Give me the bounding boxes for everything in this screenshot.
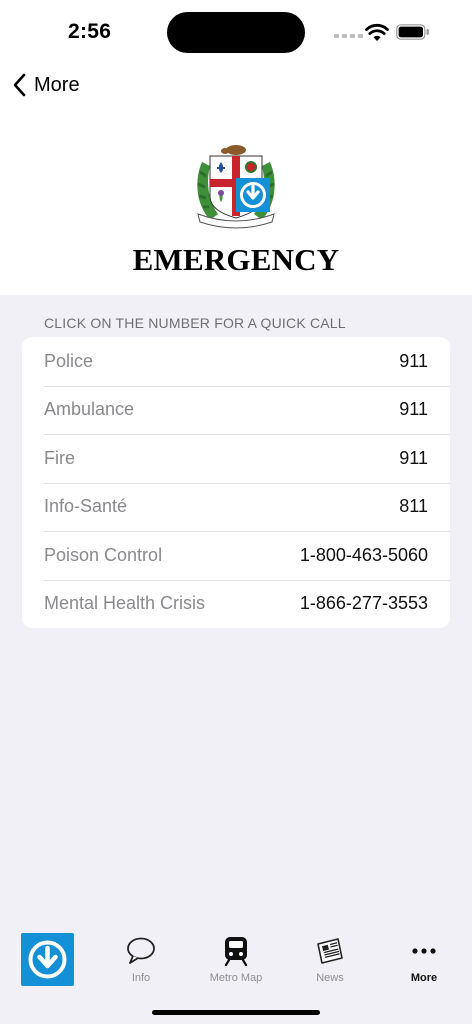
montreal-crest-logo	[197, 145, 275, 229]
dynamic-island	[167, 12, 305, 53]
stm-home-tab[interactable]	[21, 933, 74, 986]
contact-row-ambulance[interactable]: Ambulance 911	[22, 385, 450, 435]
contact-number[interactable]: 1-866-277-3553	[300, 593, 428, 614]
tab-metro-map[interactable]: Metro Map	[189, 920, 283, 1000]
contact-label: Info-Santé	[44, 496, 128, 517]
tab-label: Info	[131, 972, 151, 984]
contact-number[interactable]: 811	[399, 496, 428, 517]
contact-number[interactable]: 911	[399, 351, 428, 372]
wifi-icon	[365, 23, 389, 41]
contact-label: Ambulance	[44, 399, 135, 420]
emergency-contacts-list: Police 911 Ambulance 911 Fire 911 Info-S…	[22, 337, 450, 628]
tab-label: More	[410, 972, 438, 984]
status-time: 2:56	[68, 20, 112, 43]
navigation-bar: More	[0, 66, 472, 106]
page-header: EMERGENCY	[0, 106, 472, 295]
contact-label: Police	[44, 350, 94, 371]
home-indicator	[152, 1010, 320, 1015]
tab-news[interactable]: News	[283, 920, 377, 1000]
contact-number[interactable]: 1-800-463-5060	[300, 545, 428, 566]
tab-info[interactable]: Info	[94, 920, 188, 1000]
contact-row-info-sante[interactable]: Info-Santé 811	[22, 482, 450, 532]
contact-label: Poison Control	[44, 544, 163, 565]
chevron-left-icon	[13, 73, 26, 97]
tab-label: Metro Map	[209, 972, 263, 984]
section-header: CLICK ON THE NUMBER FOR A QUICK CALL	[44, 315, 346, 331]
contact-number[interactable]: 911	[399, 399, 428, 420]
contact-row-fire[interactable]: Fire 911	[22, 434, 450, 483]
contact-row-mental-health-crisis[interactable]: Mental Health Crisis 1-866-277-3553	[22, 579, 450, 629]
stm-logo-icon	[28, 940, 67, 979]
ellipsis-icon	[412, 948, 436, 954]
tab-bar: Info Metro Map News More	[0, 920, 472, 1024]
page-title: EMERGENCY	[132, 242, 340, 277]
cellular-signal-icon	[334, 34, 363, 38]
status-bar: 2:56	[0, 0, 472, 66]
contact-number[interactable]: 911	[399, 448, 428, 469]
contact-label: Fire	[44, 447, 75, 468]
contact-row-poison-control[interactable]: Poison Control 1-800-463-5060	[22, 531, 450, 580]
tab-label: News	[316, 972, 344, 984]
back-button[interactable]: More	[12, 70, 80, 100]
speech-bubble-icon	[127, 937, 155, 964]
tab-more[interactable]: More	[377, 920, 471, 1000]
metro-train-icon	[224, 937, 248, 966]
newspaper-icon	[317, 938, 343, 964]
contact-row-police[interactable]: Police 911	[22, 337, 450, 386]
back-label: More	[34, 73, 80, 96]
battery-icon	[396, 24, 429, 40]
contact-label: Mental Health Crisis	[44, 593, 206, 614]
